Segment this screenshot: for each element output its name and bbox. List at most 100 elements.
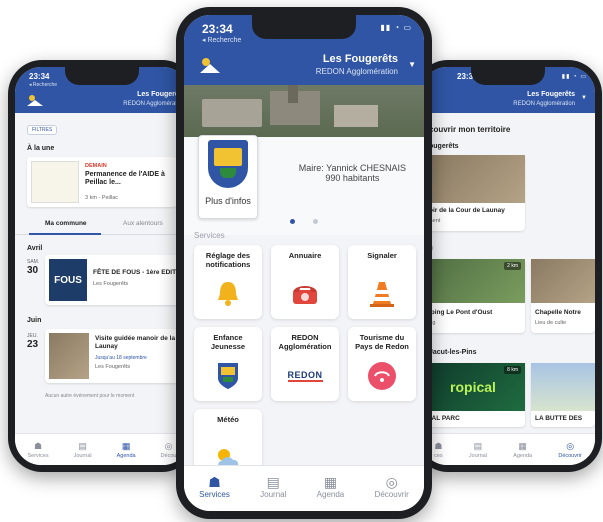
- event-day-number: 30: [27, 265, 39, 276]
- notch: [65, 67, 139, 85]
- tab-decouvrir[interactable]: ◎ Découvrir: [375, 474, 409, 499]
- back-link[interactable]: ◂ Recherche: [29, 82, 57, 88]
- event-card-visite[interactable]: Visite guidée manoir de la C de Launay J…: [45, 329, 189, 383]
- news-tag: DEMAIN: [85, 163, 107, 169]
- place-title: noir de la Cour de Launay: [425, 207, 505, 214]
- place-card-chapelle[interactable]: Chapelle Notre Lieu de culte: [531, 259, 595, 333]
- services-title: Services: [194, 231, 225, 240]
- agglo-name: REDON Agglomération: [315, 67, 398, 76]
- tab-aux-alentours[interactable]: Aux alentours: [123, 220, 163, 227]
- service-label: Annuaire: [288, 251, 322, 260]
- tab-journal[interactable]: ▤ Journal: [74, 440, 92, 459]
- carousel-dot[interactable]: [313, 219, 318, 224]
- event-thumbnail: [49, 333, 89, 379]
- journal-icon: ▤: [78, 441, 87, 451]
- tab-journal[interactable]: ▤ Journal: [260, 474, 286, 499]
- right-phone: 23:34 ▮▮ ◔ ▭ Les Fougerêts REDON Agglomé…: [414, 60, 602, 472]
- tab-agenda[interactable]: ▦ Agenda: [317, 474, 345, 499]
- tab-label: Services: [199, 490, 230, 499]
- place-thumbnail: [429, 155, 525, 203]
- place-title: LA BUTTE DES: [535, 415, 583, 422]
- place-thumbnail: [531, 363, 595, 411]
- notch: [471, 67, 545, 85]
- tab-agenda[interactable]: ▦ Agenda: [513, 440, 532, 459]
- place-subtitle: Lieu de culte: [535, 320, 567, 326]
- journal-icon: ▤: [266, 474, 280, 490]
- service-signaler[interactable]: Signaler: [348, 245, 416, 319]
- tab-label: Agenda: [316, 490, 345, 499]
- news-title: Permanence de l'AIDE à Peillac le...: [85, 171, 165, 186]
- population: 990 habitants: [325, 173, 380, 183]
- tourisme-logo: [367, 361, 397, 391]
- tab-journal[interactable]: ▤ Journal: [469, 440, 487, 459]
- right-tabbar: ☗ ces ▤ Journal ▦ Agenda ◎ Découvrir: [421, 433, 595, 465]
- left-screen: 23:34 ◂ Recherche Les Fougerêts REDON Ag…: [15, 67, 189, 465]
- center-tabbar: ☗ Services ▤ Journal ▦ Agenda ◎ Découvrir: [184, 465, 424, 511]
- event-card-fete[interactable]: FOUS FÊTE DE FOUS - 1ère EDITIO Les Foug…: [45, 255, 189, 305]
- news-card[interactable]: DEMAIN Permanence de l'AIDE à Peillac le…: [27, 157, 177, 207]
- service-annuaire[interactable]: Annuaire: [271, 245, 339, 319]
- service-enfance-jeunesse[interactable]: Enfance Jeunesse: [194, 327, 262, 401]
- back-link[interactable]: ◂ Recherche: [202, 36, 241, 44]
- journal-icon: ▤: [473, 441, 483, 451]
- chevron-down-icon[interactable]: ▼: [581, 95, 587, 101]
- tab-services[interactable]: ☗ Services: [199, 474, 230, 499]
- carousel-dots: [184, 219, 424, 224]
- tab-label: Journal: [260, 490, 287, 499]
- plus-infos-label: Plus d'infos: [205, 196, 251, 206]
- hero-building: [202, 99, 262, 127]
- tab-services[interactable]: ☗ ces: [434, 440, 443, 459]
- tab-label: Agenda: [116, 453, 136, 459]
- news-meta: 3 km - Peillac: [85, 195, 119, 201]
- service-notifications[interactable]: Réglage des notifications: [194, 245, 262, 319]
- event-place: Les Fougerêts: [95, 364, 131, 370]
- event-thumbnail: FOUS: [49, 259, 87, 301]
- place-card-tropical[interactable]: ropical 8 km ICAL PARC: [421, 363, 525, 427]
- service-redon-agglo[interactable]: REDON Agglomération REDON: [271, 327, 339, 401]
- discover-heading: couvrir mon territoire: [429, 125, 511, 134]
- calendar-icon: ▦: [121, 441, 131, 451]
- event-day-number: 23: [27, 339, 39, 350]
- tab-label: Découvrir: [374, 490, 409, 499]
- filters-button[interactable]: FILTRES: [27, 125, 58, 135]
- place-card-butte[interactable]: LA BUTTE DES: [531, 363, 595, 427]
- redon-logo-text: REDON: [287, 370, 323, 382]
- services-icon: ☗: [33, 441, 43, 451]
- service-label: Tourisme du Pays de Redon: [355, 333, 409, 351]
- tab-label: ces: [434, 453, 443, 459]
- month-label: Avril: [27, 245, 43, 252]
- mayor-info: Maire: Yannick CHESNAIS 990 habitants: [299, 163, 406, 183]
- signal-wifi-battery-icon: ▮▮ ◔ ▭: [561, 74, 587, 80]
- place-card-camping[interactable]: 2 km mping Le Pont d'Oust ping: [421, 259, 525, 333]
- month-label: Juin: [27, 317, 42, 324]
- carousel-dot[interactable]: [290, 219, 295, 224]
- compass-icon: ◎: [164, 441, 173, 451]
- a-la-une-title: À la une: [27, 145, 55, 152]
- event-until: Jusqu'au 18 septembre: [95, 355, 147, 361]
- chevron-down-icon[interactable]: ▼: [408, 60, 416, 69]
- town-name[interactable]: Les Fougerêts: [527, 91, 575, 98]
- agglo-name: REDON Agglomération: [513, 101, 575, 107]
- tab-decouvrir[interactable]: ◎ Décou: [161, 440, 177, 459]
- crest-icon: [208, 140, 248, 188]
- place-title: mping Le Pont d'Oust: [425, 309, 493, 316]
- town-logo-icon: [200, 58, 220, 73]
- place-card-manoir[interactable]: noir de la Cour de Launay ument: [421, 155, 525, 231]
- event-date: JEU. 23: [27, 333, 38, 350]
- tab-ma-commune[interactable]: Ma commune: [45, 220, 87, 227]
- town-crest-card[interactable]: Plus d'infos: [198, 135, 258, 219]
- mayor-name: Maire: Yannick CHESNAIS: [298, 163, 406, 173]
- tab-services[interactable]: ☗ Services: [27, 440, 48, 459]
- town-name[interactable]: Les Fougerêts: [323, 53, 398, 65]
- calendar-icon: ▦: [323, 474, 338, 490]
- service-tourisme[interactable]: Tourisme du Pays de Redon: [348, 327, 416, 401]
- tab-agenda[interactable]: ▦ Agenda: [117, 440, 136, 459]
- event-title: FÊTE DE FOUS - 1ère EDITIO: [93, 269, 183, 276]
- tab-decouvrir[interactable]: ◎ Découvrir: [558, 440, 582, 459]
- tab-label: Journal: [468, 453, 487, 459]
- event-title: Visite guidée manoir de la C de Launay: [95, 335, 189, 350]
- commune-tabs: Ma commune Aux alentours: [15, 217, 189, 235]
- service-label: Météo: [217, 415, 239, 424]
- place-thumbnail: [531, 259, 595, 303]
- section-title: Jacut-les-Pins: [429, 349, 477, 356]
